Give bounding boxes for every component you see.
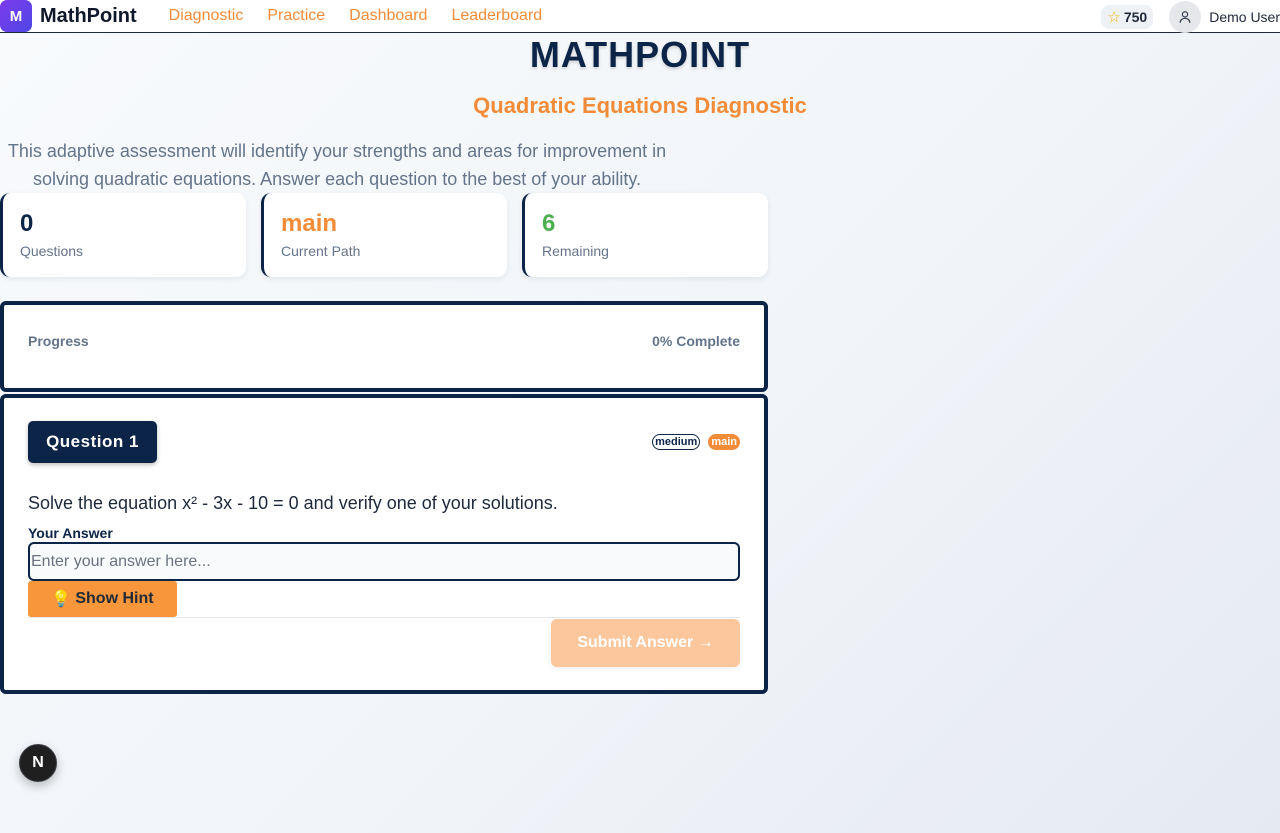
brand-name[interactable]: MathPoint — [40, 5, 137, 28]
question-tags: medium main — [652, 434, 740, 450]
logo-letter: M — [9, 7, 23, 25]
next-dev-indicator[interactable]: N — [19, 744, 57, 782]
progress-bar — [28, 363, 740, 371]
stat-label-questions: Questions — [20, 243, 84, 259]
nav-user-area: ☆ 750 Demo User — [1101, 0, 1280, 33]
show-hint-label: Show Hint — [75, 590, 154, 607]
stat-label-current-path: Current Path — [281, 243, 361, 259]
nav-links: Diagnostic Practice Dashboard Leaderboar… — [169, 7, 567, 25]
stat-value-current-path: main — [281, 210, 338, 237]
path-tag: main — [708, 434, 740, 450]
stat-card-current-path: main Current Path — [261, 193, 507, 277]
progress-label: Progress — [28, 333, 89, 349]
intro-text: This adaptive assessment will identify y… — [7, 141, 667, 189]
answer-input[interactable] — [28, 542, 740, 581]
page-title: MATHPOINT — [529, 34, 751, 75]
star-icon: ☆ — [1107, 8, 1121, 26]
lightbulb-icon: 💡 — [51, 591, 72, 608]
difficulty-tag: medium — [652, 434, 701, 450]
nav-link-practice[interactable]: Practice — [267, 7, 325, 25]
top-navbar: M MathPoint Diagnostic Practice Dashboar… — [0, 0, 1280, 33]
user-name[interactable]: Demo User — [1209, 9, 1280, 25]
stat-card-remaining: 6 Remaining — [522, 193, 768, 277]
nav-link-dashboard[interactable]: Dashboard — [349, 7, 427, 25]
nav-link-diagnostic[interactable]: Diagnostic — [169, 7, 244, 25]
submit-answer-button[interactable]: Submit Answer → — [551, 619, 740, 667]
user-avatar[interactable] — [1169, 0, 1202, 33]
stat-value-questions: 0 — [20, 210, 34, 237]
progress-panel: Progress 0% Complete — [0, 301, 768, 392]
diagnostic-subtitle: Quadratic Equations Diagnostic — [473, 93, 807, 118]
progress-percent: 0% Complete — [652, 333, 740, 349]
divider — [28, 617, 740, 618]
points-value: 750 — [1123, 8, 1148, 25]
show-hint-button[interactable]: 💡 Show Hint — [28, 581, 177, 617]
fab-letter: N — [32, 754, 44, 771]
nav-link-leaderboard[interactable]: Leaderboard — [451, 7, 542, 25]
points-badge: ☆ 750 — [1101, 4, 1154, 29]
question-number-badge: Question 1 — [28, 421, 157, 463]
answer-label: Your Answer — [28, 525, 113, 541]
question-panel: Question 1 medium main Solve the equatio… — [0, 394, 768, 694]
stat-card-questions: 0 Questions — [0, 193, 246, 277]
stat-value-remaining: 6 — [542, 210, 556, 237]
question-text: Solve the equation x² - 3x - 10 = 0 and … — [28, 493, 558, 513]
logo-badge[interactable]: M — [0, 0, 32, 32]
user-icon — [1179, 10, 1191, 23]
stat-label-remaining: Remaining — [542, 243, 609, 259]
